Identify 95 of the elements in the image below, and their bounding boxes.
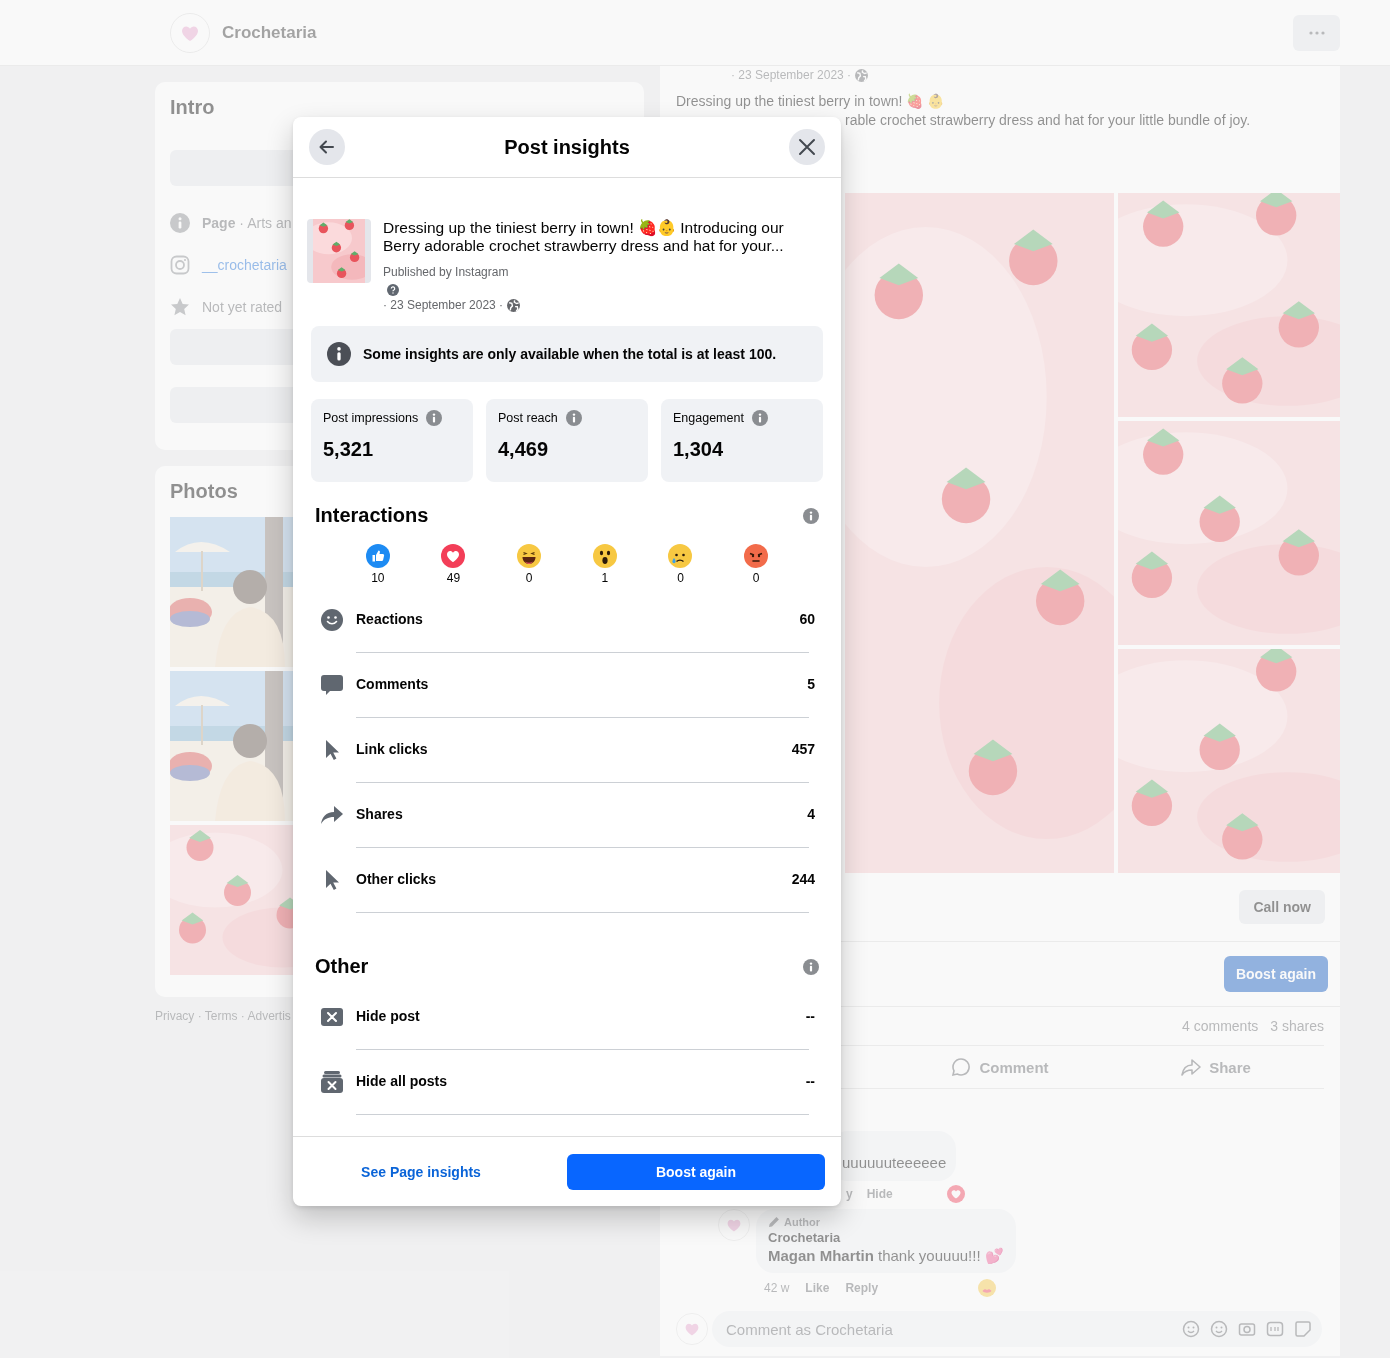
speech-bubble-icon: [320, 672, 344, 697]
metric-label: Hide all posts: [356, 1073, 449, 1089]
post-text: rable crochet strawberry dress and hat for your little bundle of joy.: [845, 112, 1251, 128]
reply-text: Magan Mhartin thank youuuu!!! 💕: [768, 1247, 1004, 1265]
comments-count[interactable]: 4 comments: [1182, 1018, 1259, 1034]
metric-value: 4: [807, 806, 815, 822]
metric-label: Link clicks: [356, 741, 429, 757]
info-icon: [803, 507, 819, 524]
info-icon: [426, 410, 443, 426]
author-label: Author: [784, 1216, 821, 1228]
wow-reaction-icon: [592, 544, 617, 568]
page-avatar: [170, 12, 210, 53]
comment-icon: [951, 1057, 972, 1077]
metric-label: Hide post: [356, 1008, 421, 1024]
more-button[interactable]: [1293, 14, 1340, 51]
intro-text: Not yet rated: [202, 299, 283, 315]
page-name: Crochetaria: [222, 22, 318, 43]
like-reaction-icon: [365, 544, 390, 568]
hide-all-icon: [320, 1069, 344, 1094]
metric-value: 5: [807, 676, 815, 692]
metric-value: --: [805, 1073, 815, 1089]
notice-text: Some insights are only available when the total is at least 100.: [363, 346, 777, 362]
metric-label: Shares: [356, 806, 404, 822]
info-icon: [327, 342, 351, 366]
info-icon: [751, 410, 768, 426]
globe-icon: [855, 68, 869, 82]
stat-label: Post reach: [498, 411, 558, 425]
intro-text[interactable]: __crochetaria: [202, 257, 287, 273]
metric-value: --: [805, 1008, 815, 1024]
stat-value: 1,304: [673, 438, 725, 461]
help-icon: [387, 284, 399, 296]
metric-label: Other clicks: [356, 871, 438, 887]
reaction-count: 49: [446, 571, 461, 585]
page-avatar: [676, 1313, 708, 1345]
metric-label: Reactions: [356, 611, 424, 627]
info-icon: [803, 958, 819, 975]
intro-text: Page · Arts an: [202, 215, 292, 231]
post-date: · 23 September 2023 ·: [731, 68, 852, 82]
smiley-icon: [320, 607, 344, 632]
stat-label: Engagement: [673, 411, 744, 425]
comment-button[interactable]: Comment: [892, 1046, 1108, 1088]
card-title: Intro: [170, 96, 216, 119]
shares-count[interactable]: 3 shares: [1270, 1018, 1324, 1034]
love-reaction-icon: [441, 544, 466, 568]
stat-label: Post impressions: [323, 411, 419, 425]
metric-value: 60: [799, 611, 815, 627]
dialog-title: Post insights: [504, 135, 630, 159]
comment-action[interactable]: Hide: [866, 1187, 893, 1201]
haha-reaction-icon: [517, 544, 542, 568]
boost-again-button[interactable]: Boost again: [567, 1153, 825, 1190]
metric-value: 244: [791, 871, 815, 887]
comment-action[interactable]: y: [846, 1187, 853, 1201]
metric-value: 457: [791, 741, 815, 757]
see-page-insights-link[interactable]: See Page insights: [361, 1163, 481, 1180]
angry-reaction-icon: [744, 544, 769, 568]
camera-outline-icon: [170, 255, 190, 275]
sad-reaction-icon: [668, 544, 693, 568]
stat-value: 5,321: [323, 438, 375, 461]
camera-icon[interactable]: [1238, 1320, 1256, 1338]
info-icon: [565, 410, 582, 426]
star-icon: [170, 297, 190, 317]
reply-action[interactable]: Reply: [845, 1281, 879, 1295]
info-icon: [170, 213, 190, 233]
metric-label: Comments: [356, 676, 430, 692]
section-title: Interactions: [315, 504, 429, 527]
post-text: Dressing up the tiniest berry in town! 🍓 👶: [676, 93, 945, 109]
reaction-count: 0: [525, 571, 533, 585]
comment-field[interactable]: Comment as Crochetaria: [712, 1311, 1322, 1347]
commenter-name[interactable]: Crochetaria: [768, 1230, 1004, 1245]
sticker-icon[interactable]: [1294, 1320, 1312, 1338]
close-button[interactable]: [789, 129, 825, 165]
card-title: Photos: [170, 480, 239, 503]
smiley-icon[interactable]: [1210, 1320, 1228, 1338]
post-caption: Dressing up the tiniest berry in town! 🍓👶 Introducing our Berry adorable crochet strawberry dress and hat for your...: [383, 219, 785, 255]
boost-again-button[interactable]: Boost again: [1223, 956, 1328, 992]
reply-action[interactable]: Like: [805, 1281, 830, 1295]
post-date: · 23 September 2023 ·: [383, 298, 504, 312]
pencil-icon: [768, 1216, 780, 1228]
more-dots-icon: [1308, 30, 1325, 35]
reaction-count: 0: [752, 571, 760, 585]
close-icon: [797, 137, 817, 157]
back-button[interactable]: [309, 129, 345, 165]
globe-icon: [507, 298, 521, 312]
share-button[interactable]: Share: [1108, 1046, 1324, 1088]
section-title: Other: [315, 955, 369, 978]
stat-value: 4,469: [498, 438, 550, 461]
page-avatar: [718, 1209, 750, 1241]
reaction-count: 10: [371, 571, 385, 585]
published-by: Published by Instagram: [383, 265, 510, 279]
reply-time: 42 w: [764, 1281, 790, 1295]
share-icon: [1181, 1057, 1202, 1077]
heart-reaction-icon: [946, 1185, 965, 1203]
reaction-count: 0: [677, 571, 684, 585]
reaction-count: 1: [601, 571, 609, 585]
call-now-button[interactable]: Call now: [1239, 890, 1325, 924]
